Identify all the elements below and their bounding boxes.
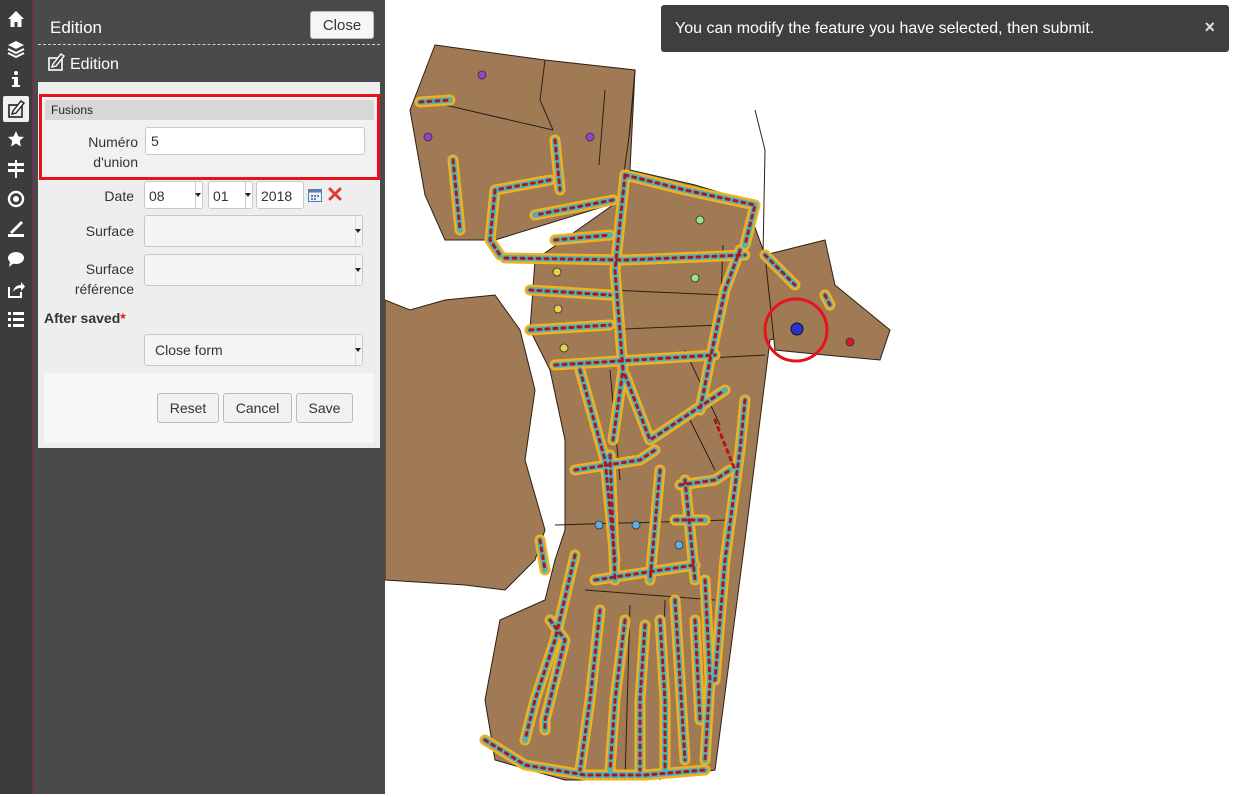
edition-subtitle: Edition [70,55,119,73]
save-button[interactable]: Save [296,393,353,423]
form-actions: Reset Cancel Save [44,373,374,443]
surface-select[interactable] [144,215,363,247]
signpost-icon[interactable] [3,156,29,182]
home-icon[interactable] [3,6,29,32]
cancel-button[interactable]: Cancel [223,393,292,423]
panel-header: Edition Close [38,8,380,45]
after-saved-label: After saved* [44,310,126,326]
panel-title: Edition [50,18,102,37]
locate-icon[interactable] [3,186,29,212]
toolbar [0,0,33,794]
layers-icon[interactable] [3,36,29,62]
info-icon[interactable] [3,66,29,92]
date-year-input[interactable]: 2018 [256,181,304,209]
date-label: Date [104,188,134,204]
date-month-input[interactable]: 01 [208,181,253,209]
edition-icon [46,52,66,77]
fusions-fieldset: Fusions Numéro d'union [39,94,380,180]
after-saved-select[interactable]: Close form [144,334,363,366]
edition-panel: Edition Close Edition Fusions Numéro d'un… [33,0,385,794]
surface-reference-select[interactable] [144,254,363,286]
star-icon[interactable] [3,126,29,152]
edition-form: Fusions Numérod'union Date 08 01 2018 Su… [38,82,380,448]
close-button[interactable]: Close [310,11,374,39]
comment-icon[interactable] [3,246,29,272]
notification-message: You can modify the feature you have sele… [675,20,1095,37]
edition-subheader: Edition [46,52,119,77]
surface-label: Surface [85,223,134,239]
map-canvas[interactable] [384,0,1233,794]
list-icon[interactable] [3,306,29,332]
fieldset-legend: Fusions [45,100,374,120]
edition-icon[interactable] [3,96,29,122]
clear-date-icon[interactable] [327,186,343,205]
surface-reference-label: Surface référence [74,261,134,297]
map-layer[interactable] [384,0,1233,794]
date-day-input[interactable]: 08 [144,181,203,209]
close-icon[interactable]: × [1204,17,1215,38]
measure-icon[interactable] [3,216,29,242]
reset-button[interactable]: Reset [157,393,219,423]
share-icon[interactable] [3,276,29,302]
calendar-icon[interactable] [308,188,322,205]
numero-label: Numéro d'union [88,134,138,170]
notification-toast: You can modify the feature you have sele… [661,5,1229,52]
selected-feature-point[interactable] [790,322,804,336]
numero-union-input[interactable] [145,127,365,155]
